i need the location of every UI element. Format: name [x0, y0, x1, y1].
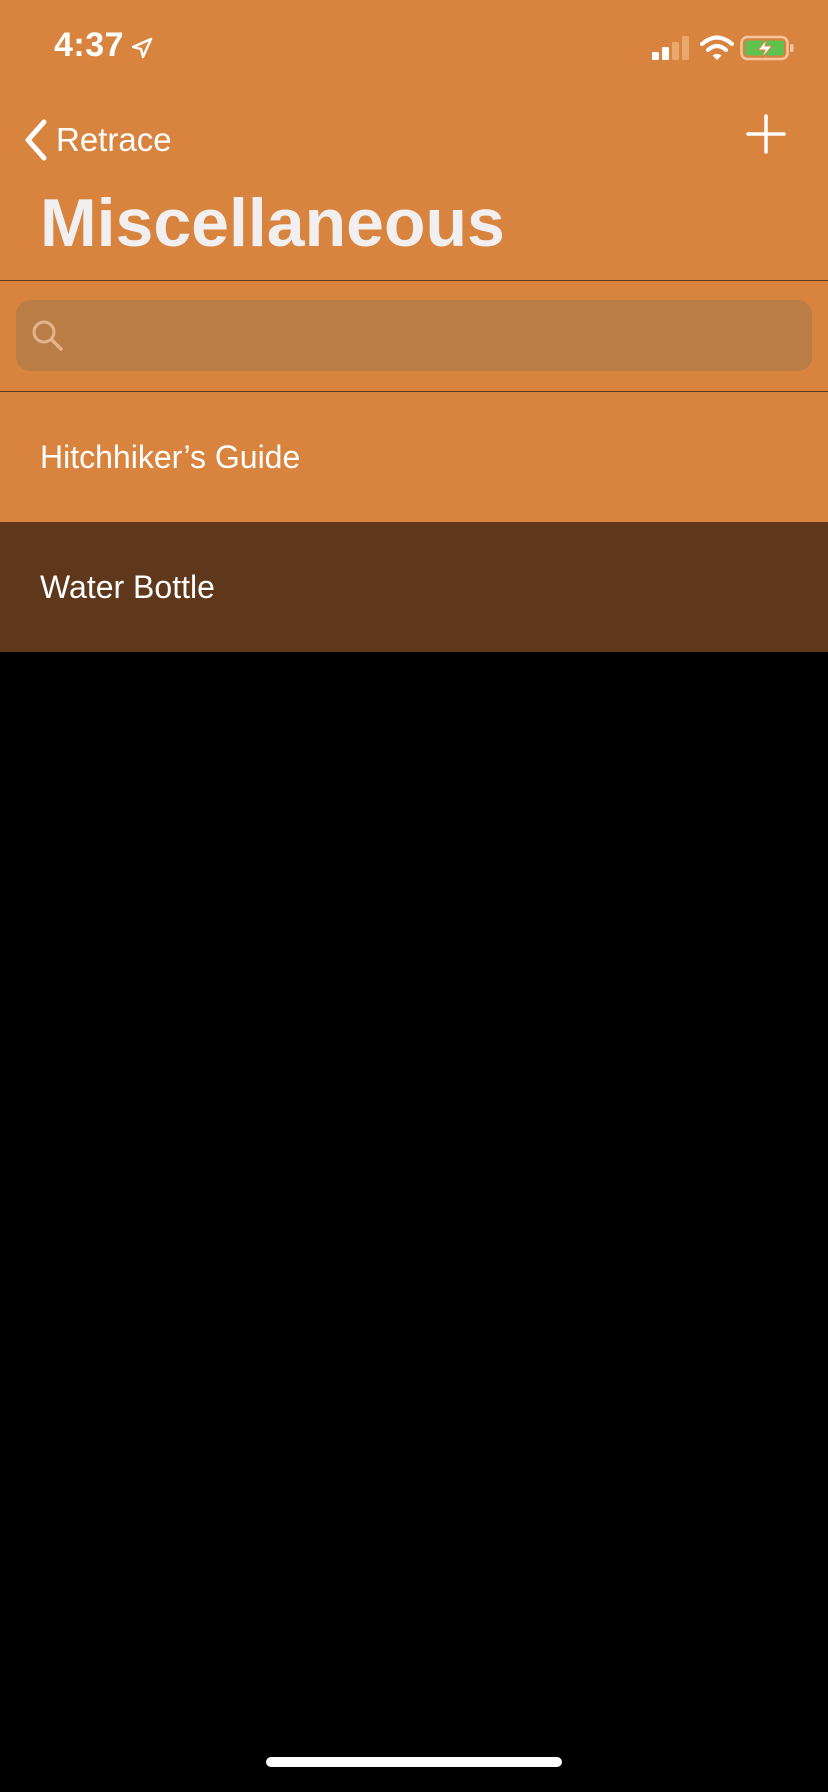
list-item[interactable]: Hitchhiker’s Guide: [0, 392, 828, 522]
search-icon: [32, 320, 63, 351]
chevron-left-icon: [25, 119, 47, 161]
item-list: Hitchhiker’s Guide Water Bottle: [0, 392, 828, 652]
page-title: Miscellaneous: [40, 185, 505, 261]
status-bar: 4:37: [0, 0, 828, 98]
wifi-icon: [700, 35, 734, 60]
list-item-label: Water Bottle: [40, 568, 215, 605]
plus-icon[interactable]: [744, 112, 788, 156]
location-arrow-icon: [131, 37, 153, 59]
navigation-bar: Retrace Miscellaneous: [0, 98, 828, 280]
back-button[interactable]: Retrace: [22, 110, 172, 170]
home-indicator[interactable]: [266, 1757, 562, 1767]
list-item-label: Hitchhiker’s Guide: [40, 438, 301, 475]
status-time: 4:37: [54, 26, 125, 64]
back-button-label: Retrace: [56, 121, 172, 158]
battery-charging-icon: [740, 35, 794, 61]
screen: 4:37 Retrace Miscellaneous Hitchhiker’s …: [0, 0, 828, 1792]
list-item[interactable]: Water Bottle: [0, 522, 828, 652]
search-input[interactable]: [76, 304, 798, 367]
cellular-signal-icon: [652, 36, 689, 60]
search-field[interactable]: [16, 300, 812, 371]
search-bar: [0, 281, 828, 391]
